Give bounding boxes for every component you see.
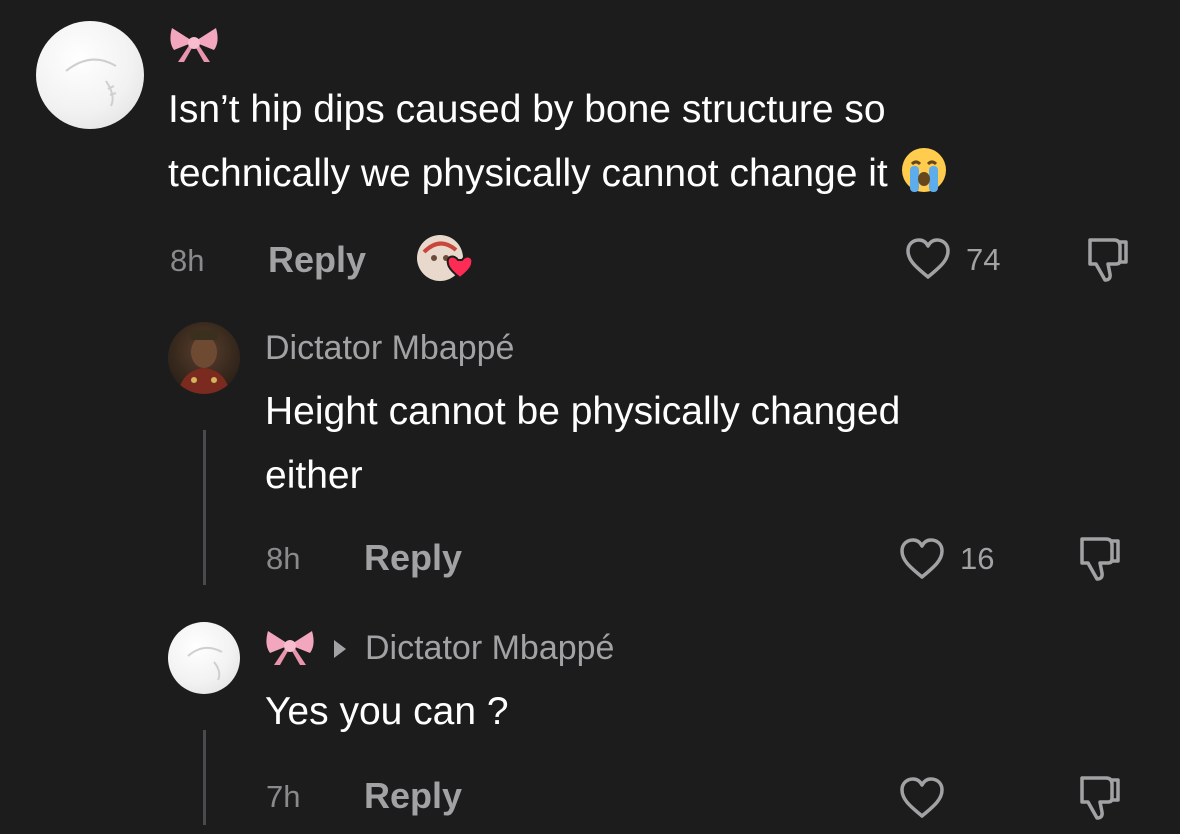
like-count: 16 (960, 541, 995, 576)
username[interactable]: Dictator Mbappé (265, 331, 514, 365)
avatar-sketch-icon (187, 646, 223, 681)
comment-body: Yes you can ? (265, 680, 509, 744)
comment-body: Height cannot be physically changed eith… (265, 380, 900, 508)
comment-line: Yes you can ? (265, 690, 509, 733)
comment-line: Isn’t hip dips caused by bone structure … (168, 88, 886, 131)
like-count: 74 (966, 242, 1001, 277)
reply-arrow-icon (334, 640, 346, 658)
reply-button[interactable]: Reply (268, 242, 366, 278)
comment-line: Height cannot be physically changed (265, 390, 901, 433)
like-heart-icon[interactable] (898, 537, 946, 581)
comment-body: Isn’t hip dips caused by bone structure … (168, 78, 948, 206)
pink-bow-icon (266, 631, 314, 665)
comment-time: 8h (170, 243, 205, 278)
user-avatar[interactable] (168, 622, 240, 694)
reply-to-username[interactable]: Dictator Mbappé (365, 631, 614, 665)
thumbs-down-icon[interactable] (1076, 533, 1124, 583)
avatar-portrait-icon (178, 330, 230, 394)
thumbs-down-icon[interactable] (1084, 234, 1132, 284)
like-heart-icon[interactable] (904, 237, 952, 281)
reply-button[interactable]: Reply (364, 540, 462, 576)
reply-button[interactable]: Reply (364, 778, 462, 814)
user-avatar[interactable] (168, 322, 240, 394)
thumbs-down-icon[interactable] (1076, 772, 1124, 822)
avatar-sketch-icon (65, 58, 117, 107)
like-heart-icon[interactable] (898, 776, 946, 820)
thread-line (203, 730, 206, 825)
comment-time: 8h (266, 541, 301, 576)
user-avatar[interactable] (36, 21, 144, 129)
thread-line (203, 430, 206, 585)
comment-time: 7h (266, 779, 301, 814)
comment-thread: Isn’t hip dips caused by bone structure … (0, 0, 1180, 834)
pink-bow-icon (170, 28, 218, 62)
loudly-crying-face-icon (901, 148, 946, 192)
comment-line: either (265, 454, 363, 497)
comment-line: technically we physically cannot change … (168, 142, 948, 206)
creator-liked-icon (417, 235, 474, 281)
